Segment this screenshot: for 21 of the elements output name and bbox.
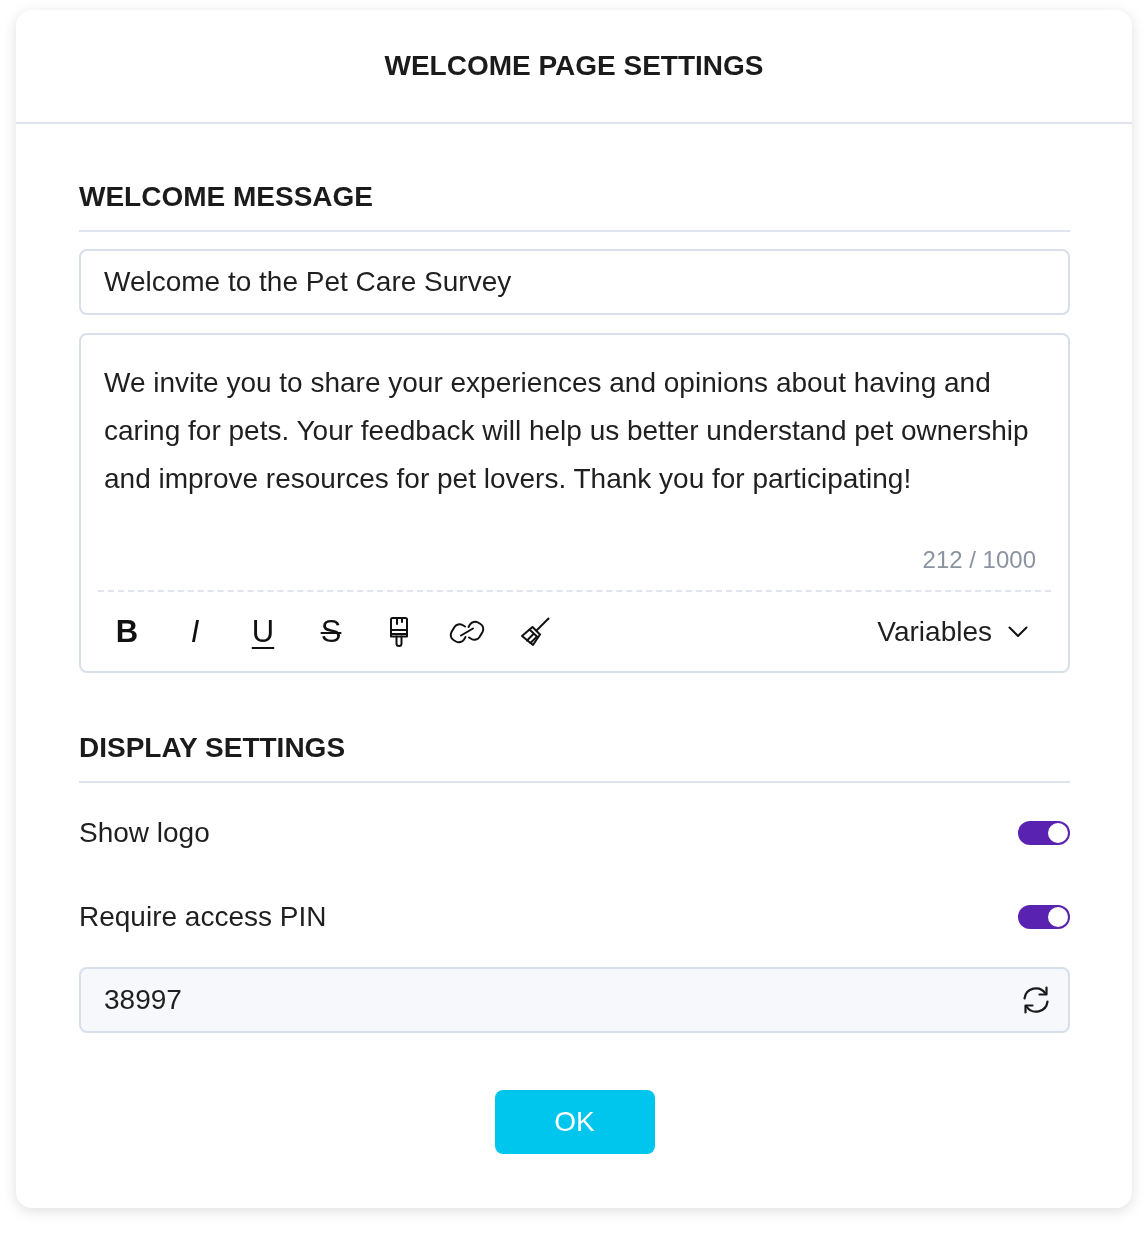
strikethrough-button[interactable]: S <box>320 614 342 649</box>
toggle-switch[interactable] <box>1018 821 1070 845</box>
bold-button[interactable]: B <box>115 614 139 649</box>
link-icon[interactable] <box>448 618 486 645</box>
chevron-down-icon[interactable] <box>1008 625 1028 638</box>
toggle-label: Require access PIN <box>79 901 327 933</box>
section-heading: WELCOME MESSAGE <box>79 181 373 213</box>
underline-button[interactable]: U <box>251 614 275 649</box>
title-input[interactable]: Welcome to the Pet Care Survey <box>79 249 1070 315</box>
section-heading: DISPLAY SETTINGS <box>79 732 346 764</box>
variables-dropdown[interactable]: Variables <box>877 615 1028 648</box>
message-text-field[interactable]: We invite you to share your experiences and opinions about having and caring for pets. Your feedback will help us better understand pet ownership and improve resources for pet lovers. Thank you for participating! <box>104 359 1054 503</box>
refresh-icon[interactable] <box>1021 985 1051 1015</box>
pin-input[interactable]: 38997 <box>79 967 1070 1033</box>
dialog-title: WELCOME PAGE SETTINGS <box>384 50 764 82</box>
toggle-label: Show logo <box>79 817 210 849</box>
paintbrush-icon[interactable] <box>387 616 411 647</box>
italic-button[interactable]: I <box>190 614 200 649</box>
toggle-switch[interactable] <box>1018 905 1070 929</box>
character-counter: 212 / 1000 <box>922 546 1036 574</box>
broom-icon[interactable] <box>520 616 550 647</box>
